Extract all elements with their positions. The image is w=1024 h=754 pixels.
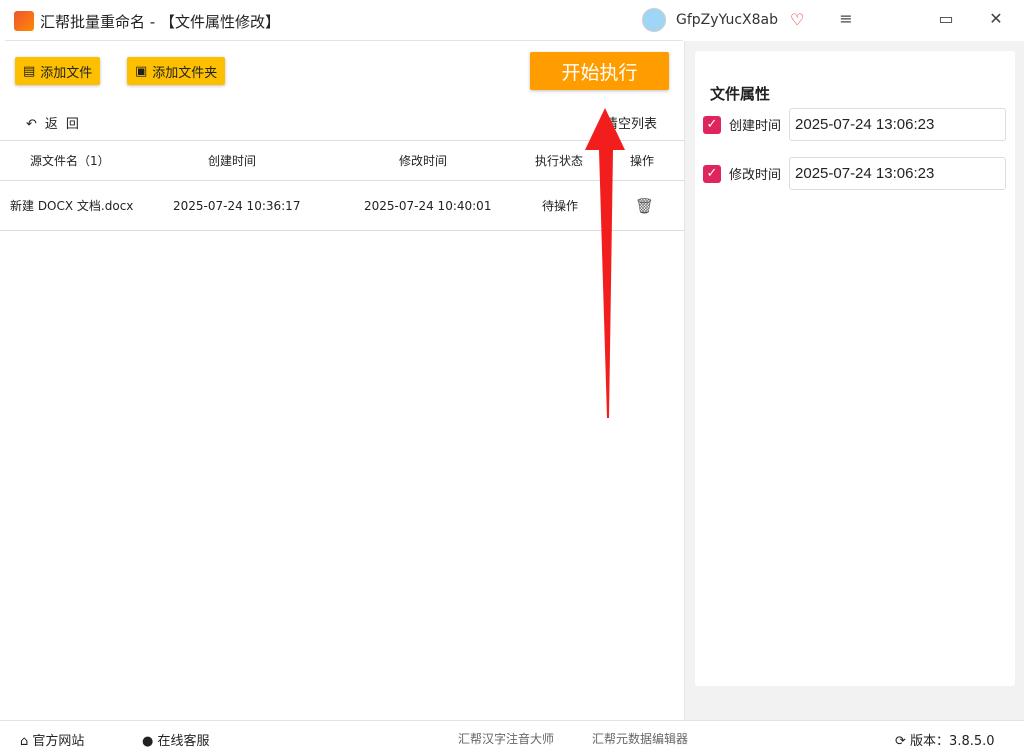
menu-icon[interactable]: ≡	[834, 9, 858, 28]
title-bar: 汇帮批量重命名 - 【文件属性修改】 GfpZyYucX8ab ♡ ≡ ▭ ✕	[0, 0, 1024, 41]
app-logo	[14, 11, 34, 31]
undo-icon: ↶	[26, 117, 45, 132]
modified-label: 修改时间	[729, 168, 782, 183]
created-time: 2025-07-24 10:36:17	[173, 198, 301, 213]
maximize-icon[interactable]: ▭	[934, 9, 958, 28]
modified-time: 2025-07-24 10:40:01	[364, 198, 492, 213]
support-link[interactable]: ● 在线客服	[142, 730, 210, 749]
trash-icon[interactable]: 🗑	[635, 181, 654, 230]
start-button[interactable]: 开始执行	[530, 52, 669, 90]
folder-add-icon: ▣	[135, 63, 148, 79]
add-folder-label: 添加文件夹	[152, 65, 218, 81]
metadata-app-link[interactable]: 汇帮元数据编辑器	[592, 730, 688, 747]
back-label: 返回	[44, 117, 87, 132]
col-created: 创建时间	[208, 154, 257, 168]
properties-sidebar: 文件属性 ✓ 创建时间 2025-07-24 13:06:23 ✓ 修改时间 2…	[684, 41, 1024, 720]
modified-time-input[interactable]: 2025-07-24 13:06:23	[789, 157, 1007, 190]
refresh-icon: ⟳	[895, 734, 906, 749]
red-arrow-annotation	[585, 108, 625, 418]
footer: ⌂ 官方网站 ● 在线客服 汇帮汉字注音大师 汇帮元数据编辑器 ⟳ 版本：3.8…	[0, 720, 1024, 754]
version-info[interactable]: ⟳ 版本：3.8.5.0	[895, 730, 995, 749]
add-folder-button[interactable]: ▣ 添加文件夹	[127, 57, 226, 85]
close-icon[interactable]: ✕	[984, 9, 1008, 28]
home-icon: ⌂	[20, 734, 29, 749]
status: 待操作	[542, 199, 579, 213]
vip-icon[interactable]: ♡	[790, 10, 804, 29]
user-avatar[interactable]	[642, 8, 666, 32]
divider	[5, 40, 683, 41]
app-title: 汇帮批量重命名 - 【文件属性修改】	[40, 13, 280, 31]
panel-title: 文件属性	[710, 85, 771, 103]
back-button[interactable]: ↶返回	[26, 113, 87, 132]
website-label: 官方网站	[32, 734, 85, 749]
support-icon: ●	[142, 734, 154, 749]
col-name: 源文件名（1）	[30, 154, 110, 168]
col-action: 操作	[630, 154, 655, 168]
website-link[interactable]: ⌂ 官方网站	[20, 730, 84, 749]
pinyin-app-link[interactable]: 汇帮汉字注音大师	[458, 730, 554, 747]
support-label: 在线客服	[157, 734, 210, 749]
version-label: 版本：3.8.5.0	[910, 734, 995, 749]
modified-checkbox[interactable]: ✓	[703, 164, 721, 183]
col-modified: 修改时间	[399, 154, 448, 168]
username[interactable]: GfpZyYucX8ab	[676, 12, 778, 28]
file-name: 新建 DOCX 文档.docx	[10, 199, 134, 213]
created-time-input[interactable]: 2025-07-24 13:06:23	[789, 108, 1007, 141]
add-file-label: 添加文件	[40, 65, 93, 81]
add-file-button[interactable]: ▤ 添加文件	[15, 57, 101, 85]
created-label: 创建时间	[729, 119, 782, 134]
properties-panel: 文件属性 ✓ 创建时间 2025-07-24 13:06:23 ✓ 修改时间 2…	[695, 51, 1015, 686]
created-checkbox[interactable]: ✓	[703, 115, 721, 134]
file-add-icon: ▤	[23, 63, 36, 79]
col-status: 执行状态	[535, 154, 584, 168]
